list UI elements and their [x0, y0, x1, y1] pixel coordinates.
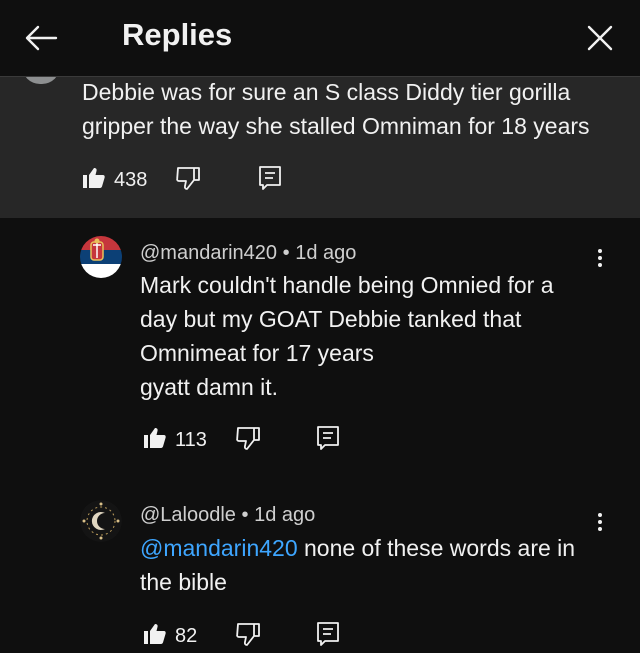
reply-actions: 113: [143, 423, 340, 457]
comment-text: @mandarin420 none of these words are in …: [140, 531, 610, 599]
header: Replies: [0, 0, 640, 77]
dislike-button[interactable]: [235, 425, 261, 456]
reply-button[interactable]: [316, 621, 340, 652]
meta-separator: •: [241, 504, 249, 526]
comment-icon: [316, 425, 339, 450]
like-count: 438: [114, 168, 148, 191]
reply-button[interactable]: [258, 165, 282, 196]
author-name[interactable]: @mandarin420: [140, 242, 277, 264]
comment-line: @mandarin420 none of these words are in: [140, 531, 610, 565]
avatar[interactable]: [80, 500, 122, 542]
comment-line: Omnimeat for 17 years: [140, 340, 374, 366]
comment-time: 1d ago: [254, 504, 316, 526]
comment-line: the bible: [140, 569, 227, 595]
comment-line: Debbie was for sure an S class Diddy tie…: [82, 79, 571, 105]
parent-comment-text: Debbie was for sure an S class Diddy tie…: [82, 75, 622, 143]
comment-line: Mark couldn't handle being Omnied for a: [140, 272, 554, 298]
mention-link[interactable]: @mandarin420: [140, 535, 298, 561]
serbia-flag-avatar-icon: [80, 236, 122, 278]
thumbs-down-icon: [236, 622, 261, 646]
comment-meta: @mandarin420 • 1d ago: [140, 242, 356, 265]
back-button[interactable]: [22, 20, 62, 56]
comment-text: Mark couldn't handle being Omnied for a …: [140, 268, 610, 404]
dislike-button[interactable]: [235, 621, 261, 652]
comment-line: day but my GOAT Debbie tanked that: [140, 306, 522, 332]
like-count: 82: [175, 624, 198, 647]
arrow-left-icon: [25, 25, 58, 51]
comment-meta: @Laloodle • 1d ago: [140, 504, 315, 527]
comment-line: gyatt damn it.: [140, 374, 279, 400]
more-vert-icon: [590, 249, 610, 267]
thumbs-down-icon: [176, 166, 201, 190]
thumbs-up-icon: [83, 167, 105, 188]
close-button[interactable]: [582, 20, 618, 56]
comment-icon: [259, 165, 282, 190]
page-title: Replies: [122, 17, 233, 52]
more-vert-icon: [590, 513, 610, 531]
like-button[interactable]: [82, 166, 106, 195]
comment-time: 1d ago: [295, 242, 357, 264]
dislike-button[interactable]: [175, 165, 201, 196]
reply-actions: 82: [143, 619, 340, 653]
thumbs-up-icon: [144, 427, 166, 448]
comment-line: gripper the way she stalled Omniman for …: [82, 113, 590, 139]
comment-text-part: none of these words are in: [297, 535, 576, 561]
like-button[interactable]: [143, 426, 167, 455]
comment-icon: [317, 621, 340, 646]
like-button[interactable]: [143, 622, 167, 651]
parent-actions: 438: [82, 163, 282, 197]
moon-crest-avatar-icon: [80, 500, 122, 542]
reply-button[interactable]: [316, 425, 340, 456]
avatar[interactable]: [80, 236, 122, 278]
thumbs-down-icon: [236, 426, 260, 450]
like-count: 113: [175, 428, 207, 451]
close-icon: [587, 25, 613, 51]
meta-separator: •: [282, 242, 290, 264]
thumbs-up-icon: [144, 623, 166, 644]
author-name[interactable]: @Laloodle: [140, 504, 236, 526]
